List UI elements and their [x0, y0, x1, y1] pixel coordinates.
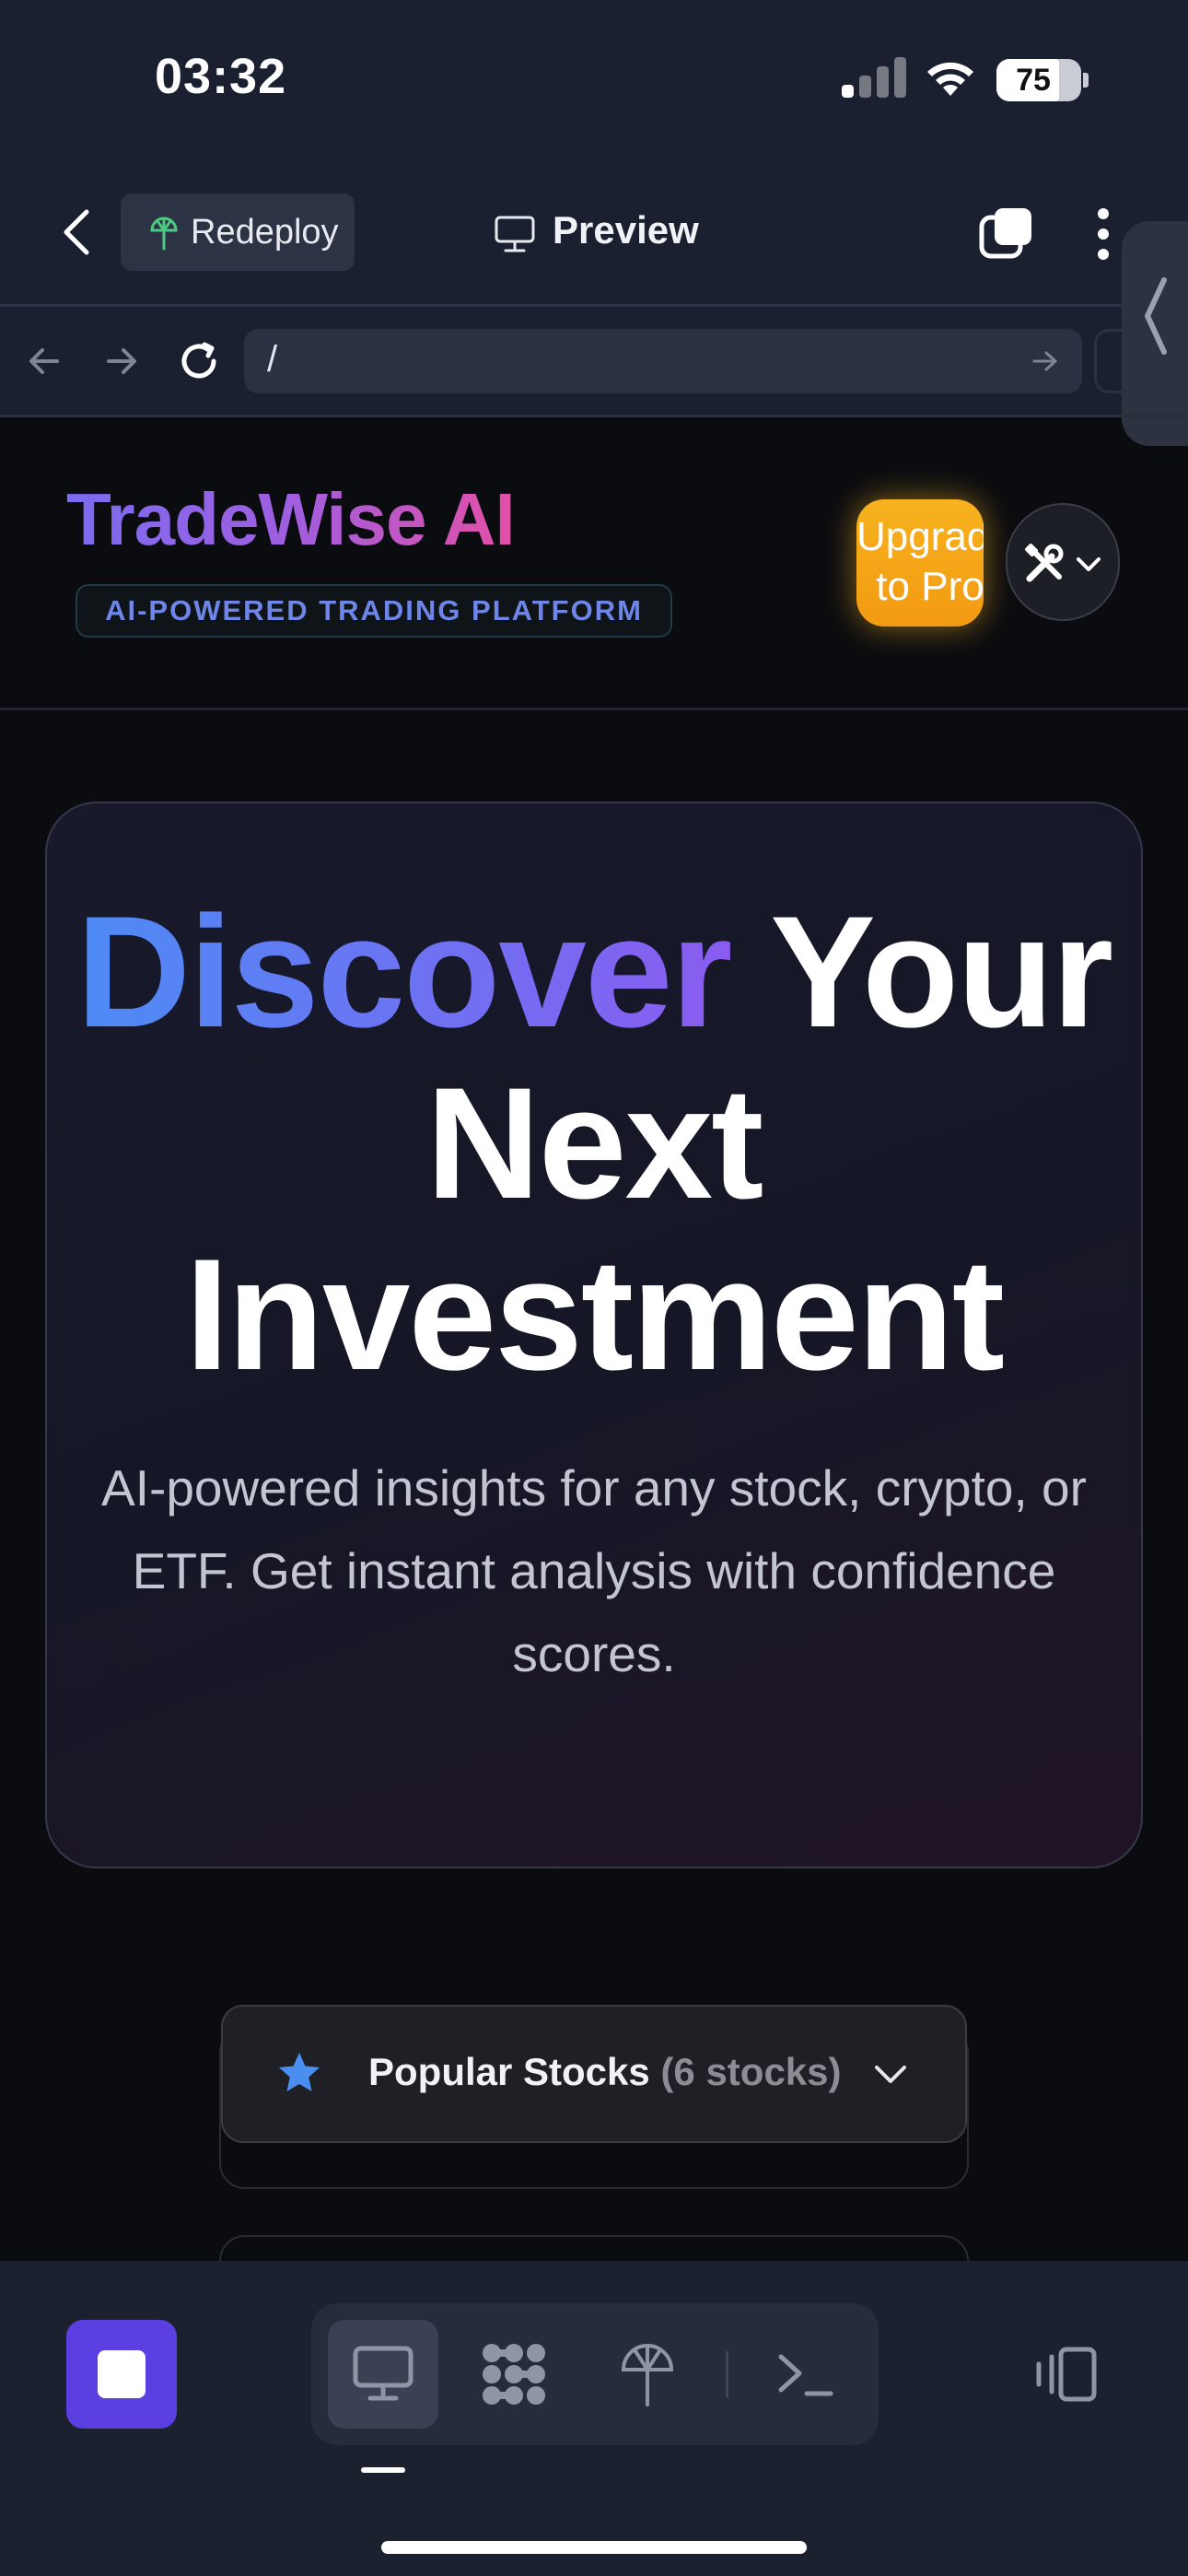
- tagline-badge: AI-POWERED TRADING PLATFORM: [76, 584, 672, 638]
- battery-icon: 75: [996, 59, 1081, 101]
- monitor-icon: [353, 2346, 413, 2401]
- tabs-icon[interactable]: [978, 205, 1035, 262]
- side-panel-handle[interactable]: [1122, 221, 1188, 446]
- arrow-right-icon[interactable]: [103, 343, 140, 380]
- arrow-left-icon[interactable]: [26, 343, 63, 380]
- app-logo[interactable]: TradeWise AI: [66, 477, 516, 562]
- battery-nub: [1083, 73, 1089, 88]
- device-rotate-icon[interactable]: [1031, 2346, 1100, 2403]
- upgrade-button[interactable]: Upgrade to Pro: [856, 499, 984, 626]
- tools-icon: [1025, 544, 1064, 582]
- terminal-icon[interactable]: [775, 2349, 836, 2401]
- popular-stocks-label: Popular Stocks: [368, 2050, 650, 2093]
- chevron-left-icon: [1145, 277, 1167, 355]
- header-divider: [0, 708, 1188, 710]
- wifi-icon: [927, 62, 973, 96]
- segment-divider: [726, 2351, 728, 2397]
- redeploy-button[interactable]: Redeploy: [121, 193, 355, 271]
- stop-icon: [98, 2350, 146, 2398]
- hero-title: Discover Your Next Investment: [55, 886, 1133, 1400]
- monitor-icon: [495, 216, 535, 252]
- go-arrow-icon[interactable]: [1031, 348, 1059, 374]
- chrome-bottom-divider: [0, 415, 1188, 417]
- stocks-count: (6 stocks): [660, 2050, 842, 2093]
- home-indicator[interactable]: [381, 2541, 807, 2554]
- globe-tree-icon: [150, 217, 178, 251]
- chrome-divider: [0, 304, 1188, 307]
- hero-subtitle: AI-powered insights for any stock, crypt…: [101, 1459, 1087, 1682]
- hero-title-accent: Discover: [76, 884, 733, 1060]
- battery-level: 75: [1016, 63, 1051, 98]
- reload-icon[interactable]: [177, 339, 221, 383]
- star-icon: [279, 2053, 320, 2091]
- back-chevron-icon[interactable]: [59, 208, 96, 256]
- status-time: 03:32: [155, 49, 287, 104]
- redeploy-label: Redeploy: [191, 212, 339, 252]
- stop-button[interactable]: [66, 2320, 177, 2429]
- more-vertical-icon[interactable]: [1094, 206, 1112, 262]
- url-input[interactable]: /: [267, 339, 277, 381]
- globe-tree-icon[interactable]: [619, 2340, 676, 2408]
- active-tab-indicator: [361, 2467, 405, 2473]
- grid-blob-icon[interactable]: [479, 2342, 549, 2406]
- tools-menu-button[interactable]: [1006, 503, 1120, 621]
- popular-stocks-title: Popular Stocks (6 stocks): [368, 2050, 842, 2094]
- upgrade-label: Upgrade to Pro: [856, 514, 984, 609]
- url-bar[interactable]: [244, 329, 1082, 393]
- chevron-down-icon: [1077, 557, 1101, 571]
- cellular-signal-icon: [842, 53, 906, 98]
- chevron-down-icon[interactable]: [873, 2064, 908, 2086]
- preview-label: Preview: [553, 208, 699, 252]
